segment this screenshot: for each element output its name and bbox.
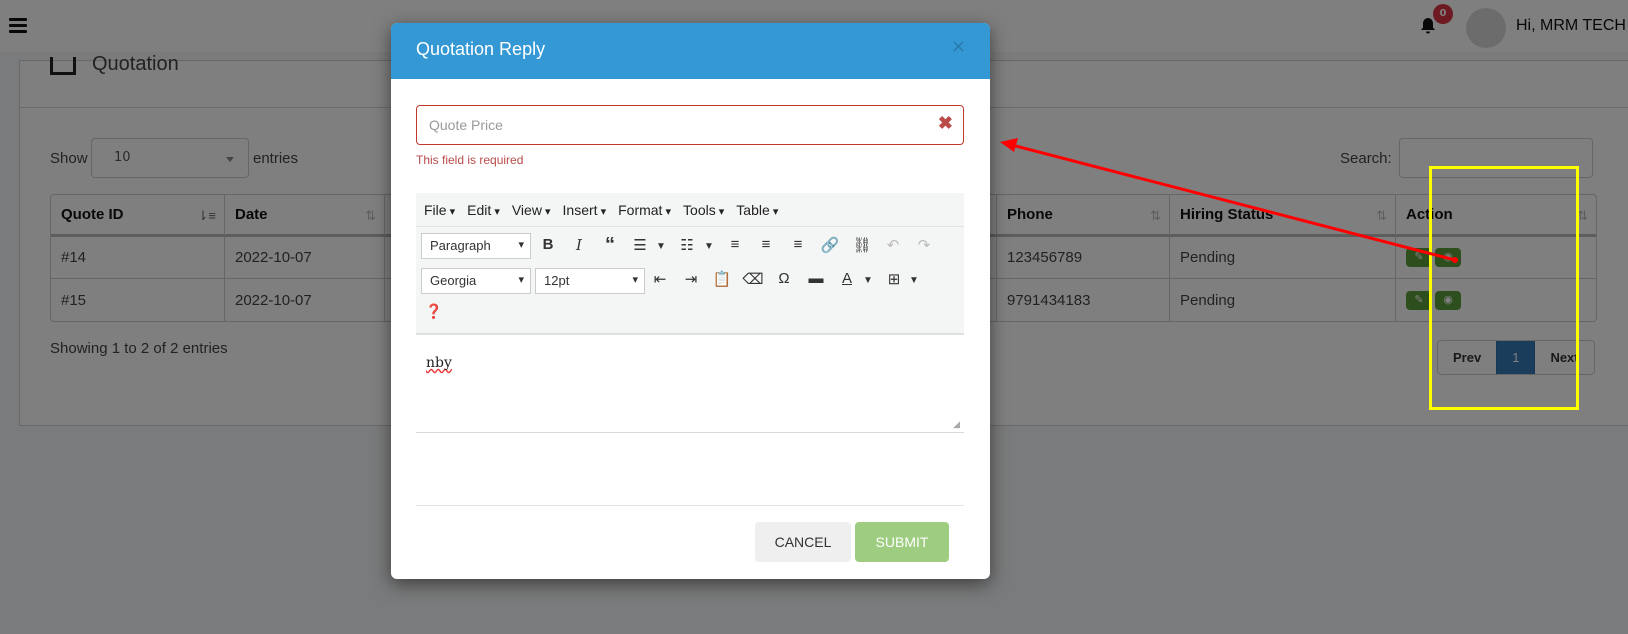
cancel-button[interactable]: CANCEL [755, 522, 851, 562]
quotation-reply-modal: Quotation Reply × Quote Price ✖ This fie… [391, 23, 990, 579]
editor-content-text: nby [426, 355, 452, 371]
help-icon[interactable]: ❓ [423, 303, 445, 320]
menu-edit[interactable]: Edit [467, 202, 500, 218]
modal-title: Quotation Reply [416, 39, 546, 59]
menu-file[interactable]: File [424, 202, 455, 218]
modal-header: Quotation Reply × [391, 23, 990, 79]
outdent-icon[interactable]: ⇤ [649, 270, 671, 288]
menu-insert[interactable]: Insert [563, 202, 607, 218]
editor-toolbar: Paragraph B I “ ☰ ▼ ☷ ▼ ≡ ≡ ≡ 🔗 ⛓ ↶ ↷ Ge… [416, 227, 964, 335]
submit-button[interactable]: SUBMIT [855, 522, 949, 562]
paste-icon[interactable]: 📋 [711, 270, 733, 288]
quote-price-placeholder: Quote Price [429, 117, 503, 133]
horizontal-rule-icon[interactable]: ▬ [805, 270, 827, 287]
italic-icon[interactable]: I [568, 236, 590, 254]
font-size-select[interactable]: 12pt [535, 268, 645, 294]
align-left-icon[interactable]: ≡ [724, 236, 746, 253]
bullet-list-icon[interactable]: ☰ [629, 236, 651, 254]
undo-icon[interactable]: ↶ [882, 236, 904, 254]
menu-tools[interactable]: Tools [683, 202, 724, 218]
unlink-icon[interactable]: ⛓ [851, 236, 873, 254]
special-character-icon[interactable]: Ω [773, 270, 795, 287]
font-family-select[interactable]: Georgia [421, 268, 531, 294]
block-format-select[interactable]: Paragraph [421, 233, 531, 259]
menu-format[interactable]: Format [618, 202, 671, 218]
close-icon[interactable]: × [951, 36, 966, 57]
blockquote-icon[interactable]: “ [599, 234, 621, 257]
resize-handle-icon[interactable]: ◢ [953, 420, 960, 430]
numbered-list-dropdown-icon[interactable]: ▼ [704, 241, 714, 252]
editor-content-area[interactable]: nby ◢ [416, 335, 964, 433]
quote-price-input[interactable]: Quote Price ✖ [416, 105, 964, 145]
clear-formatting-icon[interactable]: ⌫ [742, 270, 764, 288]
menu-view[interactable]: View [512, 202, 551, 218]
text-color-dropdown-icon[interactable]: ▼ [863, 275, 873, 286]
text-color-icon[interactable]: A [836, 270, 858, 287]
editor-menubar: File Edit View Insert Format Tools Table [416, 193, 964, 227]
bold-icon[interactable]: B [537, 236, 559, 253]
error-x-icon: ✖ [937, 113, 953, 133]
align-right-icon[interactable]: ≡ [787, 236, 809, 253]
link-icon[interactable]: 🔗 [819, 236, 841, 254]
align-center-icon[interactable]: ≡ [755, 236, 777, 253]
rich-text-editor: File Edit View Insert Format Tools Table… [416, 193, 964, 483]
validation-error: This field is required [416, 153, 524, 167]
numbered-list-icon[interactable]: ☷ [676, 236, 698, 254]
redo-icon[interactable]: ↷ [913, 236, 935, 254]
table-dropdown-icon[interactable]: ▼ [909, 275, 919, 286]
indent-icon[interactable]: ⇥ [680, 270, 702, 288]
bullet-list-dropdown-icon[interactable]: ▼ [656, 241, 666, 252]
menu-table[interactable]: Table [736, 202, 778, 218]
table-icon[interactable]: ⊞ [883, 270, 905, 288]
footer-divider [416, 505, 964, 506]
